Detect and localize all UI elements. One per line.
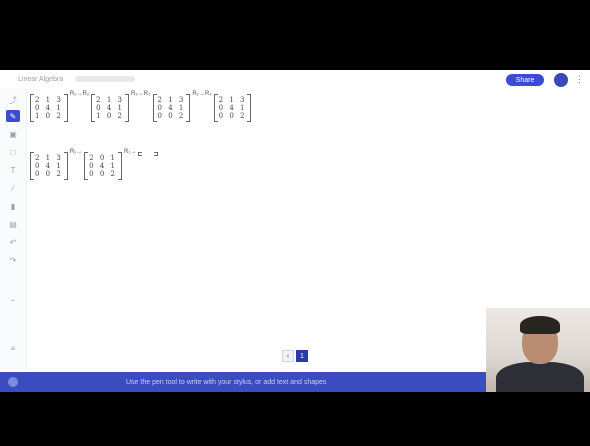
row-operation: R₁→: [123, 149, 137, 155]
image-icon[interactable]: ▤: [6, 218, 20, 230]
more-icon[interactable]: ⋮: [575, 74, 584, 84]
banner-message: Use the pen tool to write with your styl…: [126, 378, 327, 386]
presenter-hair: [520, 316, 560, 334]
header: Linear Algebra: [0, 70, 590, 88]
left-toolbar: ⤴ ✎ ▣ □ T ∕ ▮ ▤ ↶ ↷ − ≡: [0, 88, 27, 370]
row-operation: R₁→: [69, 149, 83, 155]
matrix: 2 1 3 0 4 1 0 0 2: [152, 94, 191, 122]
row-operation: R₂→R₂: [69, 91, 90, 97]
presenter-torso: [496, 362, 584, 392]
eraser-icon[interactable]: ▣: [6, 128, 20, 140]
text-icon[interactable]: T: [6, 164, 20, 176]
pen-icon[interactable]: ✎: [6, 110, 20, 122]
video-letterbox-bottom: [0, 392, 590, 446]
undo-icon[interactable]: ↶: [6, 236, 20, 248]
share-button[interactable]: Share: [506, 74, 544, 86]
matrix: [138, 152, 159, 156]
matrix: 2 1 3 0 4 1 1 0 2: [91, 94, 129, 122]
breadcrumb[interactable]: Linear Algebra: [18, 76, 63, 83]
matrix-row-2: 2 1 3 0 4 1 0 0 2 R₁→ 2 0 1 0 4 1 0 0 2 …: [30, 149, 159, 180]
video-letterbox-top: [0, 0, 590, 70]
redo-icon[interactable]: ↷: [6, 254, 20, 266]
shape-icon[interactable]: □: [6, 146, 20, 158]
matrix: 2 1 3 0 4 1 1 0 2: [30, 94, 68, 122]
row-operation: R₃→R₃: [130, 91, 151, 97]
page-title-chip[interactable]: [75, 76, 136, 82]
row-operation: R₂→R₂: [192, 91, 212, 97]
help-icon[interactable]: [8, 377, 18, 387]
zoom-icon[interactable]: −: [6, 294, 20, 306]
matrix: 2 1 3 0 4 1 0 0 2: [30, 152, 68, 180]
line-icon[interactable]: ∕: [6, 182, 20, 194]
matrix: 2 0 1 0 4 1 0 0 2: [84, 152, 122, 180]
select-icon[interactable]: ⤴: [6, 94, 20, 106]
matrix-row-1: 2 1 3 0 4 1 1 0 2 R₂→R₂ 2 1 3 0 4 1 1 0 …: [30, 91, 252, 122]
collapse-icon[interactable]: ≡: [6, 342, 20, 354]
page-pager: ‹ 1: [282, 350, 308, 362]
avatar[interactable]: [554, 73, 568, 87]
current-page[interactable]: 1: [296, 350, 308, 362]
matrix: 2 1 3 0 4 1 0 0 2: [213, 94, 252, 122]
prev-page-button[interactable]: ‹: [282, 350, 294, 362]
highlighter-icon[interactable]: ▮: [6, 200, 20, 212]
presenter-webcam: [486, 308, 590, 392]
